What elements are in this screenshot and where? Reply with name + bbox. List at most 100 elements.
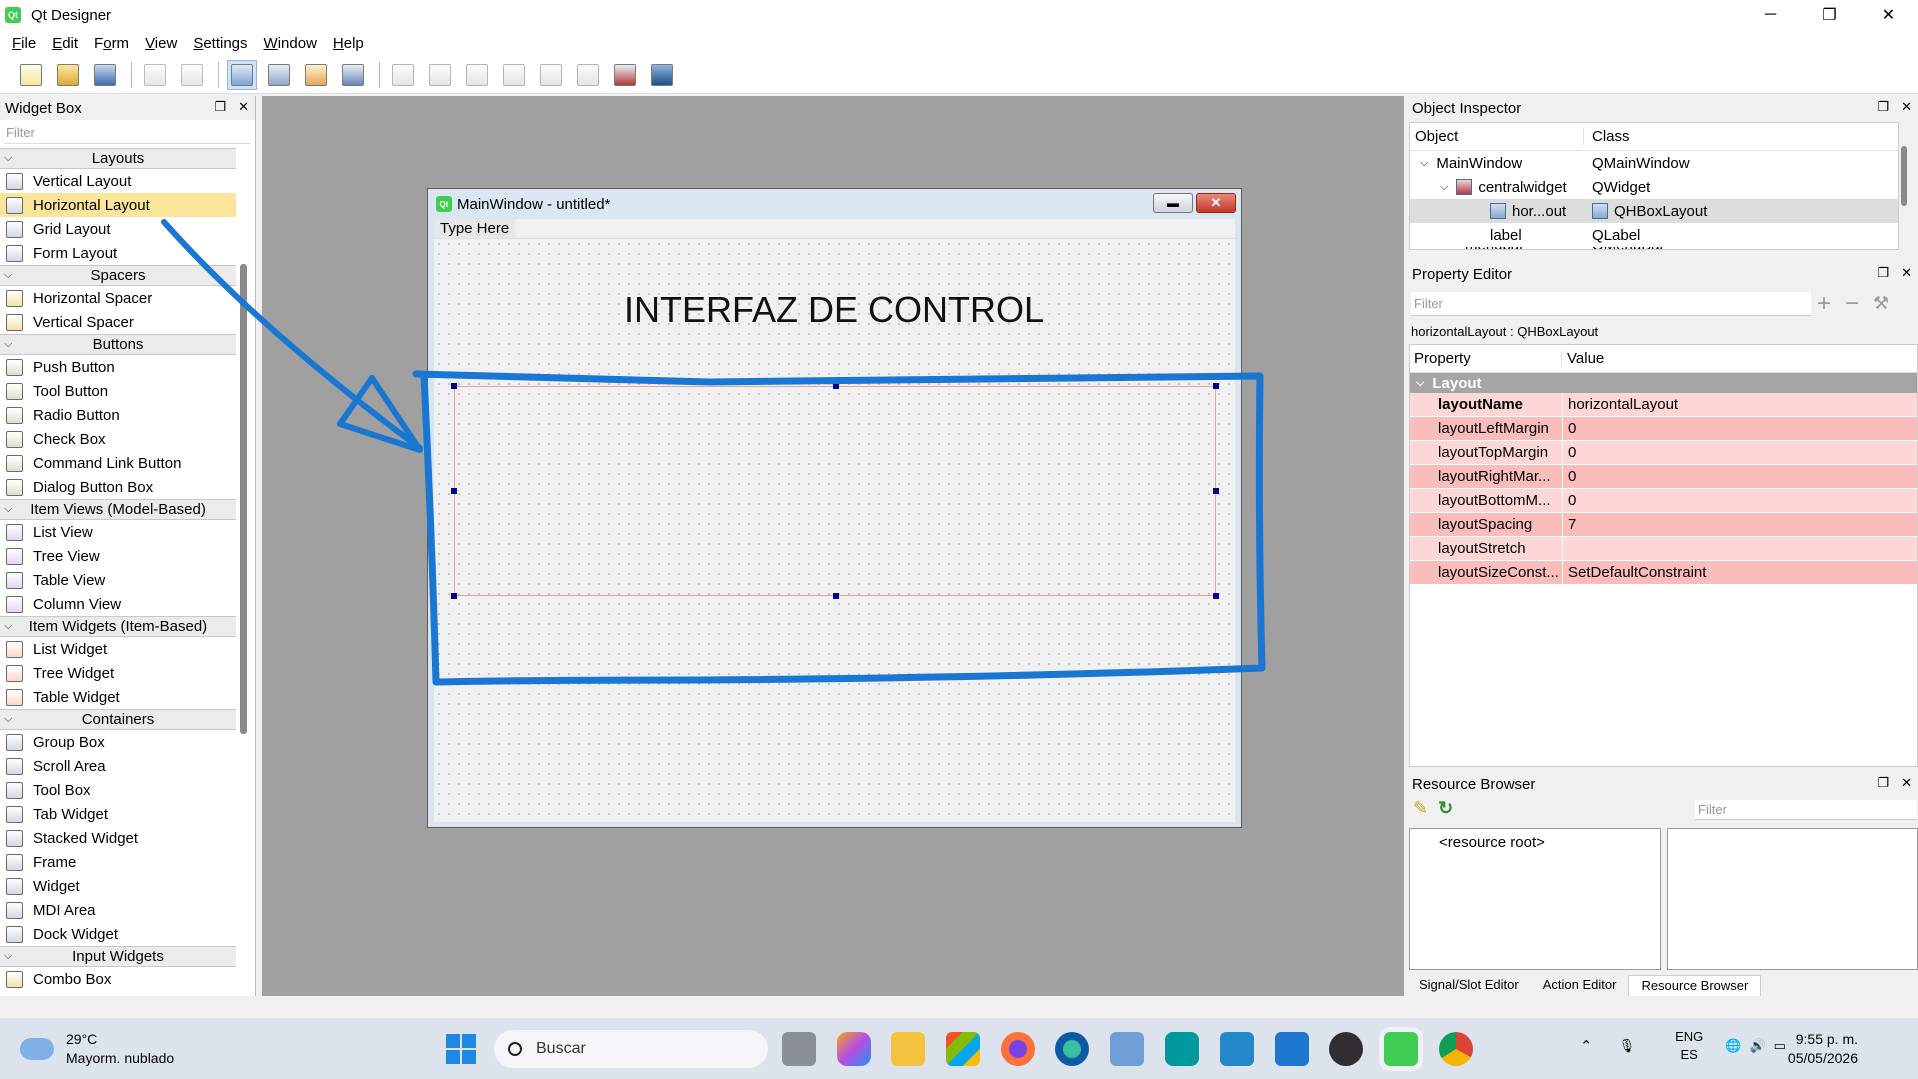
float-panel-icon[interactable]: ❐	[1877, 265, 1889, 281]
menu-window[interactable]: Window	[256, 35, 325, 52]
taskbar-search-box[interactable]: Buscar	[494, 1030, 768, 1068]
menu-view[interactable]: View	[137, 35, 185, 52]
chevron-down-icon[interactable]: ⌵	[4, 950, 12, 963]
microsoft-store-icon[interactable]	[946, 1032, 980, 1066]
menu-help[interactable]: Help	[325, 35, 372, 52]
menu-settings[interactable]: Settings	[185, 35, 255, 52]
widget-item[interactable]: Widget	[0, 874, 236, 898]
property-row[interactable]: layoutTopMargin 0	[1410, 441, 1917, 465]
lay-out-vertical-splitter-button[interactable]	[499, 60, 529, 90]
weather-widget[interactable]: 29°C Mayorm. nublado	[20, 1030, 174, 1068]
form-canvas[interactable]: Type Here INTERFAZ DE CONTROL	[434, 219, 1235, 822]
break-layout-button[interactable]	[610, 60, 640, 90]
add-property-icon[interactable]: +	[1817, 290, 1831, 318]
remove-property-icon[interactable]: −	[1845, 290, 1859, 318]
chevron-down-icon[interactable]: ⌵	[4, 713, 12, 726]
widget-item[interactable]: Horizontal Layout	[0, 193, 236, 217]
widget-item[interactable]: Table View	[0, 568, 236, 592]
property-value[interactable]: 0	[1562, 417, 1576, 440]
edge-icon[interactable]	[1055, 1032, 1089, 1066]
bring-to-front-button[interactable]	[140, 60, 170, 90]
widget-item[interactable]: Group Box	[0, 730, 236, 754]
widget-category[interactable]: ⌵ Item Views (Model-Based)	[0, 499, 236, 520]
save-form-button[interactable]	[90, 60, 120, 90]
widget-item[interactable]: Tool Button	[0, 379, 236, 403]
widget-item[interactable]: Stacked Widget	[0, 826, 236, 850]
widget-category[interactable]: ⌵ Spacers	[0, 265, 236, 286]
property-row[interactable]: layoutBottomM... 0	[1410, 489, 1917, 513]
obs-studio-icon[interactable]	[1329, 1032, 1363, 1066]
float-panel-icon[interactable]: ❐	[214, 99, 226, 115]
battery-icon[interactable]: ▭	[1774, 1038, 1786, 1054]
property-row[interactable]: layoutRightMar... 0	[1410, 465, 1917, 489]
widget-item[interactable]: Dock Widget	[0, 922, 236, 946]
property-value[interactable]: 7	[1562, 513, 1576, 536]
resize-handle[interactable]	[1213, 383, 1219, 389]
clock[interactable]: 9:55 p. m. 05/05/2026	[1788, 1030, 1858, 1068]
lay-out-form-button[interactable]	[573, 60, 603, 90]
property-value[interactable]: 0	[1562, 489, 1576, 512]
copilot-icon[interactable]	[837, 1032, 871, 1066]
float-panel-icon[interactable]: ❐	[1877, 99, 1889, 115]
chevron-down-icon[interactable]: ⌵	[4, 152, 12, 165]
tree-row[interactable]: menubar QMenuBar	[1410, 247, 1898, 249]
tree-row-selected[interactable]: hor...out QHBoxLayout	[1410, 199, 1898, 223]
widget-category[interactable]: ⌵ Input Widgets	[0, 946, 236, 967]
menu-edit[interactable]: Edit	[44, 35, 86, 52]
resize-handle[interactable]	[1213, 488, 1219, 494]
arduino-icon[interactable]	[1165, 1032, 1199, 1066]
chevron-down-icon[interactable]: ⌵	[1416, 377, 1424, 390]
object-inspector-scrollbar[interactable]	[1901, 146, 1907, 206]
widget-item[interactable]: Table Widget	[0, 685, 236, 709]
class-column-header[interactable]: Class	[1584, 128, 1630, 145]
property-row[interactable]: layoutSpacing 7	[1410, 513, 1917, 537]
property-value[interactable]: horizontalLayout	[1562, 393, 1678, 416]
widget-category[interactable]: ⌵ Buttons	[0, 334, 236, 355]
type-here-menu[interactable]: Type Here	[434, 219, 516, 238]
widget-category[interactable]: ⌵ Item Widgets (Item-Based)	[0, 616, 236, 637]
chevron-down-icon[interactable]: ⌵	[4, 338, 12, 351]
form-close-button[interactable]: ✕	[1196, 193, 1236, 213]
tree-row[interactable]: ⌵ centralwidget QWidget	[1410, 175, 1898, 199]
chevron-down-icon[interactable]: ⌵	[4, 620, 12, 633]
object-column-header[interactable]: Object	[1410, 128, 1584, 145]
task-manager-icon[interactable]	[1110, 1032, 1144, 1066]
adjust-size-button[interactable]	[647, 60, 677, 90]
new-form-button[interactable]	[16, 60, 46, 90]
chrome-icon[interactable]	[1439, 1032, 1473, 1066]
widget-item[interactable]: Grid Layout	[0, 217, 236, 241]
property-value[interactable]: 0	[1562, 441, 1576, 464]
widget-item[interactable]: Vertical Spacer	[0, 310, 236, 334]
horizontal-layout-box[interactable]	[451, 383, 1219, 599]
tab-action-editor[interactable]: Action Editor	[1531, 975, 1629, 996]
resource-filter-input[interactable]: Filter	[1695, 800, 1917, 820]
widget-item[interactable]: Tool Box	[0, 778, 236, 802]
resize-handle[interactable]	[833, 383, 839, 389]
widget-category[interactable]: ⌵ Layouts	[0, 148, 236, 169]
property-filter-input[interactable]: Filter	[1411, 292, 1811, 316]
microphone-icon[interactable]: 🎙	[1619, 1038, 1636, 1054]
resize-handle[interactable]	[451, 383, 457, 389]
tab-resource-browser[interactable]: Resource Browser	[1628, 975, 1762, 996]
chevron-down-icon[interactable]: ⌵	[4, 503, 12, 516]
form-minimize-button[interactable]: ▬	[1153, 193, 1193, 213]
tree-row[interactable]: ⌵ MainWindow QMainWindow	[1410, 151, 1898, 175]
close-button[interactable]: ✕	[1859, 0, 1918, 30]
property-row[interactable]: layoutLeftMargin 0	[1410, 417, 1917, 441]
widget-box-scrollbar[interactable]	[240, 264, 247, 734]
property-row[interactable]: layoutStretch	[1410, 537, 1917, 561]
widget-item[interactable]: Horizontal Spacer	[0, 286, 236, 310]
property-row[interactable]: layoutSizeConst... SetDefaultConstraint	[1410, 561, 1917, 585]
resize-handle[interactable]	[451, 593, 457, 599]
chevron-up-icon[interactable]: ⌃	[1580, 1037, 1593, 1055]
qt-designer-taskbar-icon[interactable]	[1384, 1032, 1418, 1066]
firefox-icon[interactable]	[1001, 1032, 1035, 1066]
edit-widgets-button[interactable]	[227, 59, 257, 90]
maximize-button[interactable]: ❐	[1800, 0, 1859, 30]
widget-item[interactable]: Vertical Layout	[0, 169, 236, 193]
close-panel-icon[interactable]: ✕	[1901, 775, 1912, 791]
chevron-down-icon[interactable]: ⌵	[1420, 157, 1428, 170]
chevron-down-icon[interactable]: ⌵	[1440, 181, 1448, 194]
widget-item[interactable]: Dialog Button Box	[0, 475, 236, 499]
task-view-icon[interactable]	[782, 1032, 816, 1066]
